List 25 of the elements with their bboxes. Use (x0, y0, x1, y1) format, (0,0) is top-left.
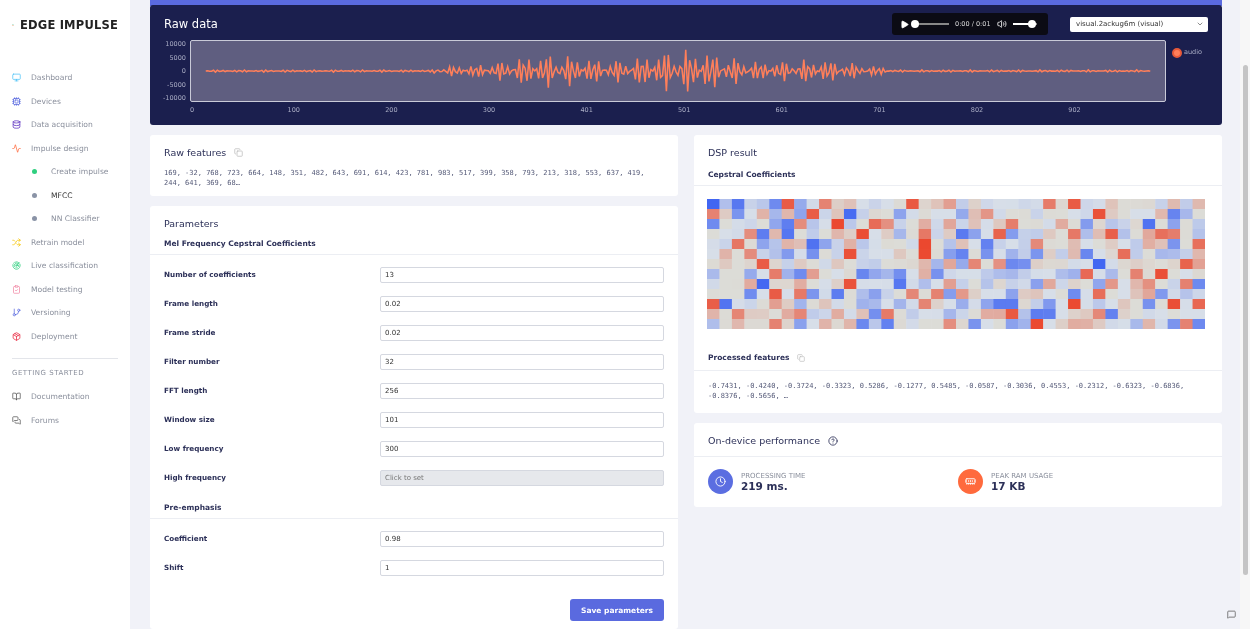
brand-name: EDGE IMPULSE (19, 18, 118, 32)
sidebar-icon (12, 96, 21, 106)
sidebar-icon (12, 415, 21, 425)
sidebar-icon (12, 308, 21, 318)
progress-thumb[interactable] (911, 20, 919, 28)
sidebar-icon (12, 392, 21, 402)
metric-value: 17 KB (991, 479, 1027, 492)
card-title: On-device performance (708, 435, 820, 446)
sidebar-icon (12, 261, 21, 271)
card-title: Parameters (164, 218, 219, 229)
sidebar-icon (12, 120, 21, 130)
panel-title: Raw data (164, 17, 218, 31)
metric-value: 219 ms. (741, 479, 789, 492)
sidebar-icon (12, 237, 21, 247)
sidebar-icon (12, 331, 21, 341)
play-icon[interactable] (900, 19, 909, 29)
sidebar-icon (12, 143, 21, 153)
sidebar-icon (12, 284, 21, 294)
card-title: Raw features (164, 147, 227, 158)
volume-thumb[interactable] (1027, 20, 1036, 28)
help-icon[interactable] (828, 435, 838, 446)
volume-icon[interactable] (996, 19, 1007, 29)
sidebar-icon (12, 73, 21, 83)
chevron-down-icon (1196, 20, 1204, 28)
card-title: DSP result (708, 147, 757, 158)
